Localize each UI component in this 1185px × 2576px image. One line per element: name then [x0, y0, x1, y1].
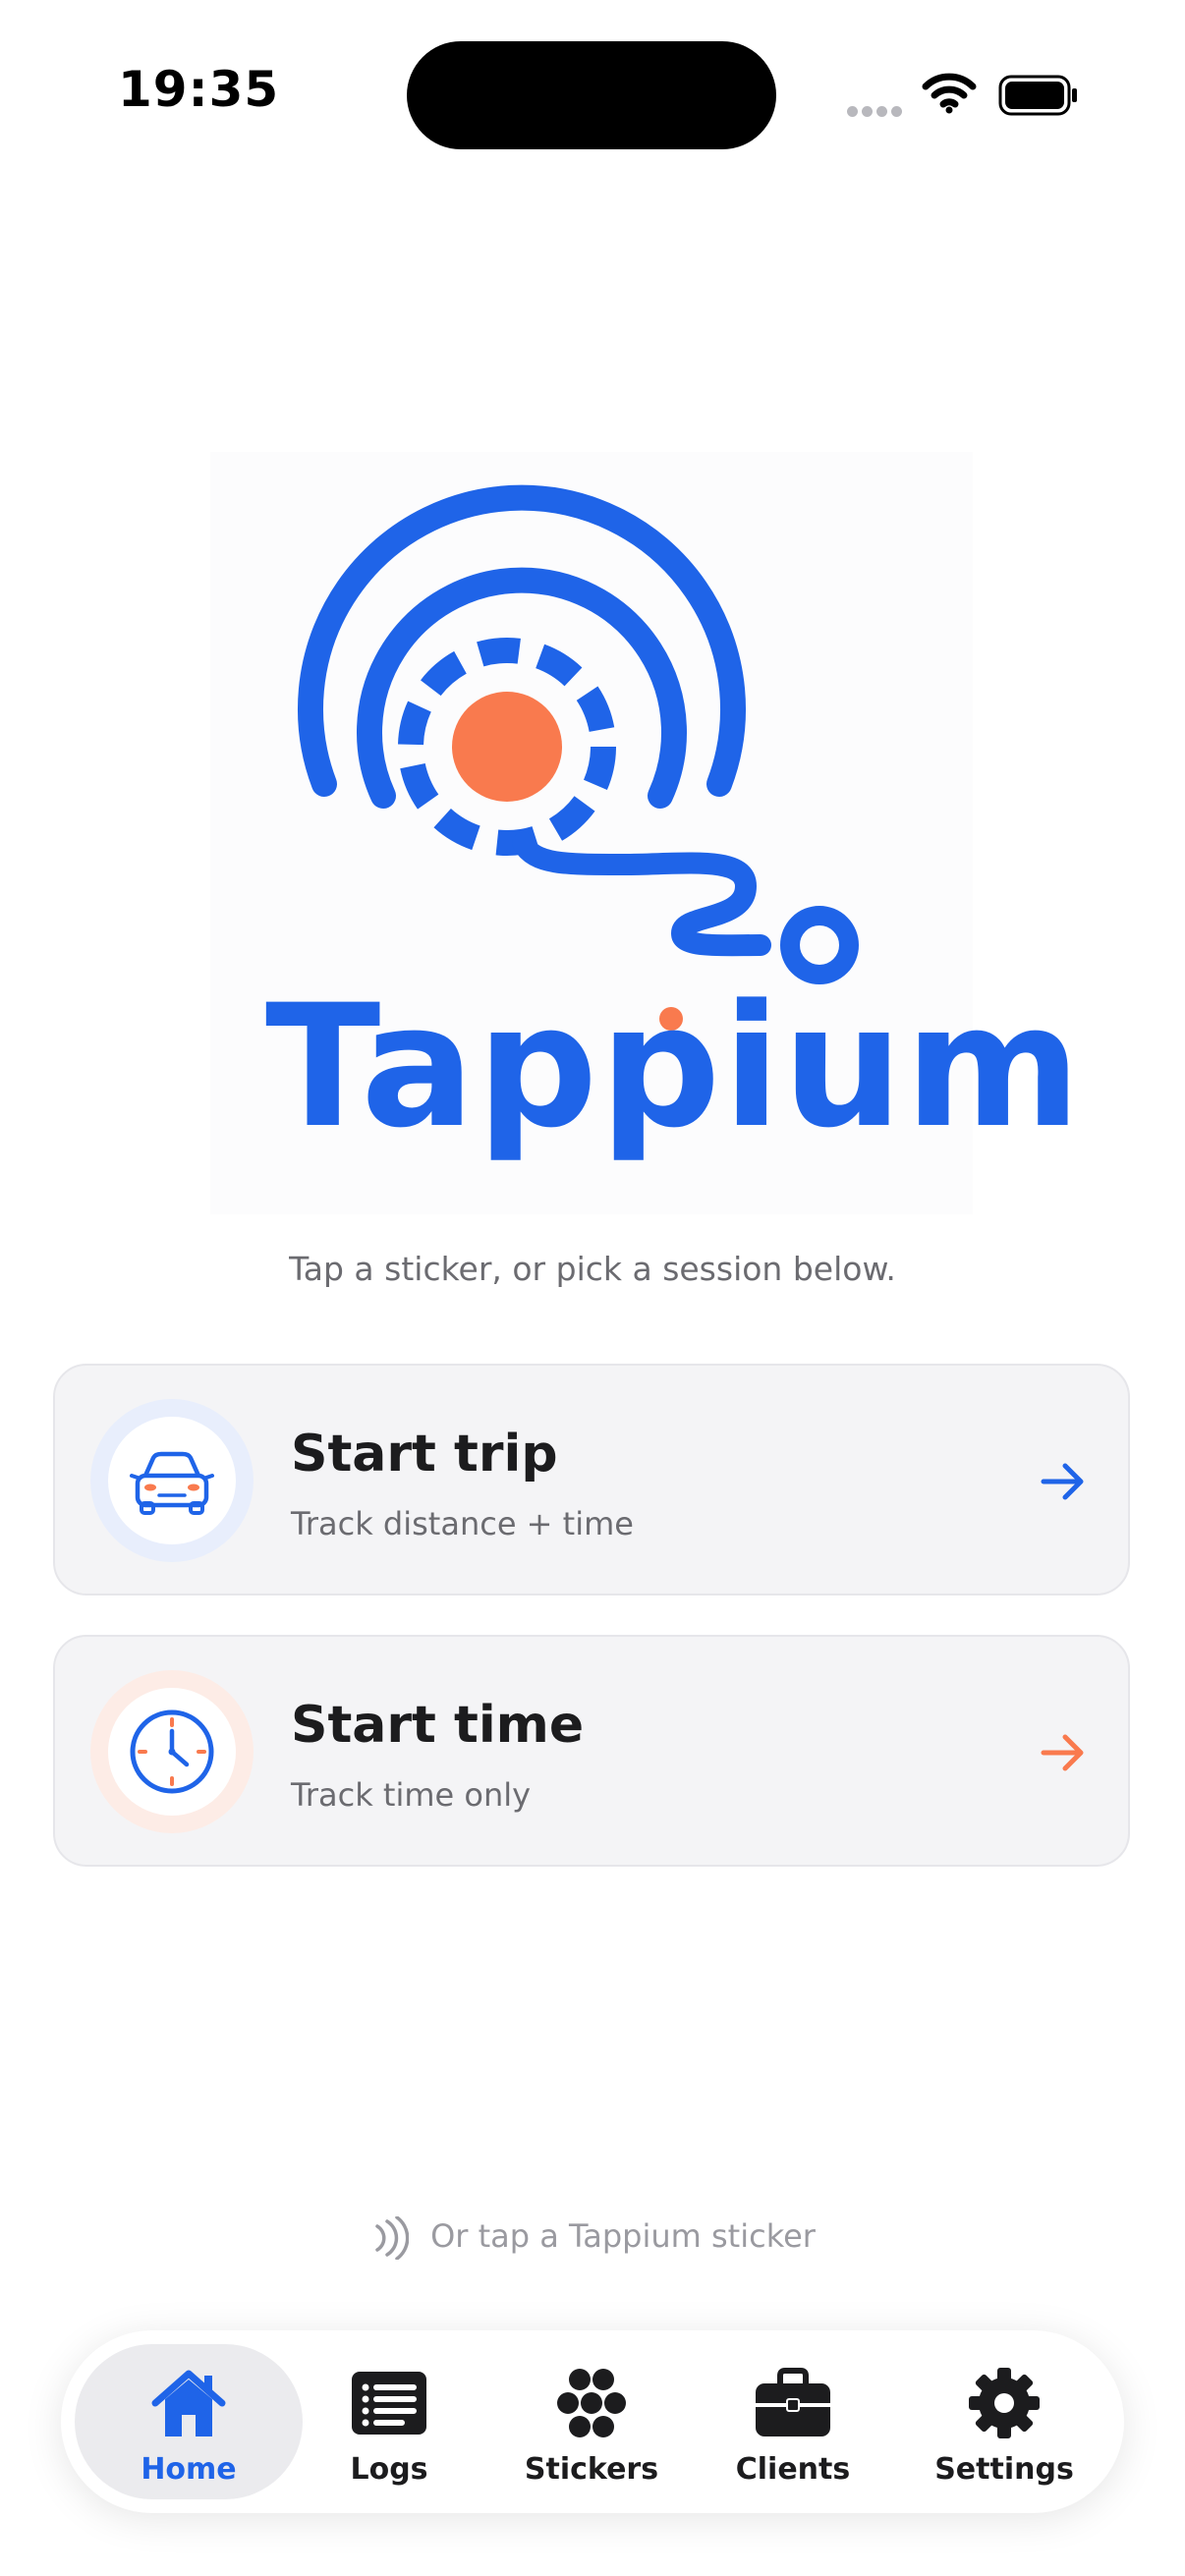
subtitle: Tap a sticker, or pick a session below. [289, 1250, 896, 1288]
car-icon [130, 1451, 214, 1515]
arrow-right-icon [1041, 1463, 1084, 1500]
list-icon [352, 2372, 426, 2435]
clock-icon-badge [90, 1670, 254, 1833]
start-trip-subtitle: Track distance + time [291, 1505, 634, 1542]
briefcase-icon [756, 2368, 830, 2436]
sticker-hint: Or tap a Tappium sticker [0, 2216, 1185, 2260]
tab-home[interactable]: Home [75, 2330, 303, 2513]
brand-wordmark: Tappium [265, 968, 1084, 1165]
start-trip-card[interactable]: Start trip Track distance + time [53, 1364, 1130, 1596]
tab-logs[interactable]: Logs [291, 2330, 487, 2513]
wifi-icon [922, 73, 977, 114]
sticker-hint-text: Or tap a Tappium sticker [430, 2217, 816, 2255]
tab-stickers[interactable]: Stickers [493, 2330, 690, 2513]
clock-icon [130, 1709, 214, 1794]
home-icon [151, 2370, 226, 2436]
battery-icon [998, 75, 1077, 116]
start-trip-title: Start trip [291, 1425, 558, 1484]
arrow-right-icon [1041, 1734, 1084, 1771]
tab-logs-label: Logs [350, 2452, 428, 2487]
tab-clients[interactable]: Clients [695, 2330, 891, 2513]
car-icon-badge [90, 1399, 254, 1562]
nfc-icon [375, 2216, 410, 2260]
start-time-card[interactable]: Start time Track time only [53, 1635, 1130, 1867]
cellular-signal-icon [847, 102, 906, 117]
stickers-icon [557, 2369, 626, 2437]
tab-bar: Home Logs Stickers Clients Settings [61, 2330, 1124, 2513]
tab-clients-label: Clients [735, 2452, 851, 2487]
gear-icon [969, 2368, 1040, 2438]
start-time-title: Start time [291, 1696, 585, 1755]
dynamic-island [407, 41, 776, 149]
tab-settings-label: Settings [934, 2452, 1074, 2487]
tab-home-label: Home [141, 2452, 237, 2487]
tab-stickers-label: Stickers [524, 2452, 659, 2487]
tab-settings[interactable]: Settings [896, 2330, 1112, 2513]
start-time-subtitle: Track time only [291, 1776, 532, 1814]
status-time: 19:35 [118, 61, 280, 118]
